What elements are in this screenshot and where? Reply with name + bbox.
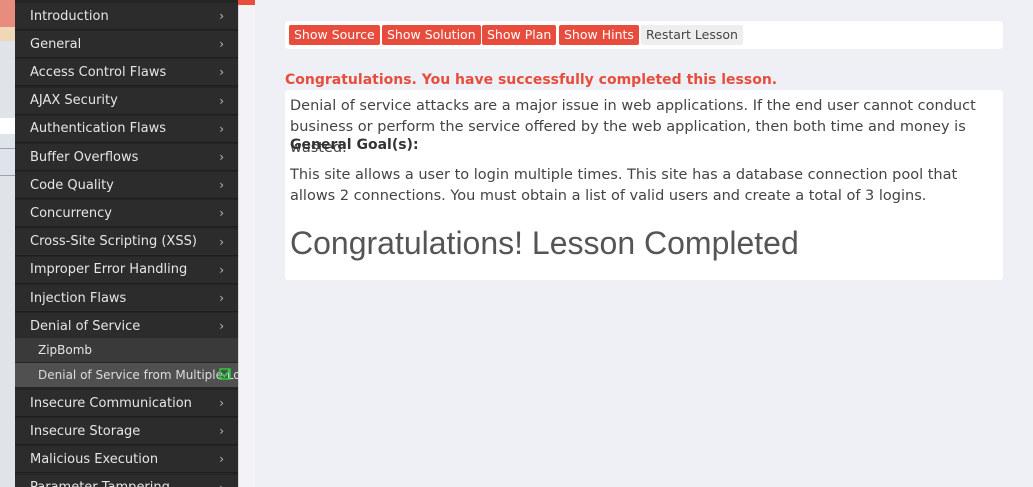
lesson-content: Denial of service attacks are a major is…	[285, 90, 1003, 280]
chevron-right-icon: ›	[219, 121, 224, 136]
background-edge-field	[0, 118, 15, 134]
sidebar-gutter	[238, 0, 255, 487]
sidebar-category[interactable]: Code Quality ›	[15, 172, 238, 200]
background-edge-divider	[0, 175, 15, 176]
sidebar-category-label: Insecure Communication	[30, 395, 192, 411]
chevron-right-icon: ›	[219, 37, 224, 52]
restart-lesson-button[interactable]: Restart Lesson	[641, 25, 743, 45]
lesson-sidebar: Introduction › General › Access Control Flaw…	[15, 0, 238, 487]
sidebar-category[interactable]: Insecure Storage ›	[15, 418, 238, 446]
sidebar-category-label: General	[30, 36, 82, 52]
sidebar-category-label: Parameter Tampering	[30, 480, 170, 487]
sidebar-category[interactable]: Introduction ›	[15, 3, 238, 30]
sidebar-category-label: Improper Error Handling	[30, 262, 188, 278]
chevron-right-icon: ›	[219, 396, 224, 410]
chevron-right-icon: ›	[219, 65, 224, 80]
sidebar-category[interactable]: Access Control Flaws ›	[15, 59, 238, 87]
show-solution-button[interactable]: Show Solution	[382, 25, 481, 45]
show-source-button[interactable]: Show Source	[289, 25, 380, 45]
success-message: Congratulations. You have successfully c…	[285, 72, 778, 88]
background-edge-divider	[0, 148, 15, 149]
sidebar-category-label: Denial of Service	[30, 318, 141, 334]
sidebar-category[interactable]: Authentication Flaws ›	[15, 115, 238, 143]
sidebar-category-label: Introduction	[30, 8, 109, 24]
chevron-right-icon: ›	[219, 452, 224, 467]
sidebar-category[interactable]: Parameter Tampering ›	[15, 474, 238, 487]
sidebar-category-label: Authentication Flaws	[30, 121, 167, 137]
lesson-completed-heading: Congratulations! Lesson Completed	[290, 225, 799, 261]
sidebar-category[interactable]: Denial of Service ›	[15, 313, 238, 341]
sidebar-category-label: Cross-Site Scripting (XSS)	[30, 234, 197, 250]
background-window-edge	[0, 0, 15, 487]
chevron-right-icon: ›	[219, 150, 224, 164]
show-plan-button[interactable]: Show Plan	[482, 25, 557, 45]
chevron-right-icon: ›	[219, 319, 224, 334]
chevron-right-icon: ›	[219, 481, 224, 487]
show-hints-button[interactable]: Show Hints	[559, 25, 639, 45]
goal-heading: General Goal(s):	[290, 137, 419, 153]
sidebar-category-label: Code Quality	[30, 177, 114, 193]
chevron-right-icon: ›	[219, 206, 224, 221]
sidebar-category-label: AJAX Security	[30, 93, 118, 109]
sidebar-category[interactable]: Insecure Communication ›	[15, 390, 238, 417]
sidebar-category-label: Buffer Overflows	[30, 149, 139, 165]
chevron-right-icon: ›	[219, 9, 224, 23]
sidebar-category-label: Concurrency	[30, 205, 112, 221]
header-accent-strip	[238, 0, 255, 5]
sidebar-category[interactable]: Concurrency ›	[15, 200, 238, 228]
sidebar-category-label: Injection Flaws	[30, 290, 127, 306]
sidebar-category[interactable]: Malicious Execution ›	[15, 446, 238, 474]
background-edge-strip	[0, 27, 15, 41]
sidebar-category[interactable]: Improper Error Handling ›	[15, 256, 238, 284]
chevron-right-icon: ›	[219, 291, 224, 305]
chevron-right-icon: ›	[219, 93, 224, 108]
lesson-complete-check-icon	[219, 368, 231, 380]
sidebar-category-label: Malicious Execution	[30, 451, 159, 467]
lesson-toolbar: Show Source Show Solution Show Plan Show…	[285, 21, 1003, 49]
background-edge-top	[0, 0, 15, 27]
sidebar-lesson[interactable]: Denial of Service from Multiple Logins	[15, 363, 238, 387]
goal-text: This site allows a user to login multipl…	[290, 167, 958, 204]
sidebar-category-label: Insecure Storage	[30, 423, 141, 439]
sidebar-lesson[interactable]: ZipBomb	[15, 338, 238, 362]
sidebar-category[interactable]: AJAX Security ›	[15, 87, 238, 115]
sidebar-category[interactable]: General ›	[15, 31, 238, 59]
chevron-right-icon: ›	[219, 262, 224, 277]
sidebar-lesson-label: Denial of Service from Multiple Logins	[38, 368, 238, 382]
sidebar-category[interactable]: Cross-Site Scripting (XSS) ›	[15, 228, 238, 256]
chevron-right-icon: ›	[219, 424, 224, 439]
sidebar-category[interactable]: Buffer Overflows ›	[15, 144, 238, 171]
sidebar-category-label: Access Control Flaws	[30, 64, 167, 80]
sidebar-lesson-label: ZipBomb	[38, 343, 93, 357]
sidebar-category[interactable]: Injection Flaws ›	[15, 285, 238, 312]
chevron-right-icon: ›	[219, 234, 224, 249]
chevron-right-icon: ›	[219, 178, 224, 193]
